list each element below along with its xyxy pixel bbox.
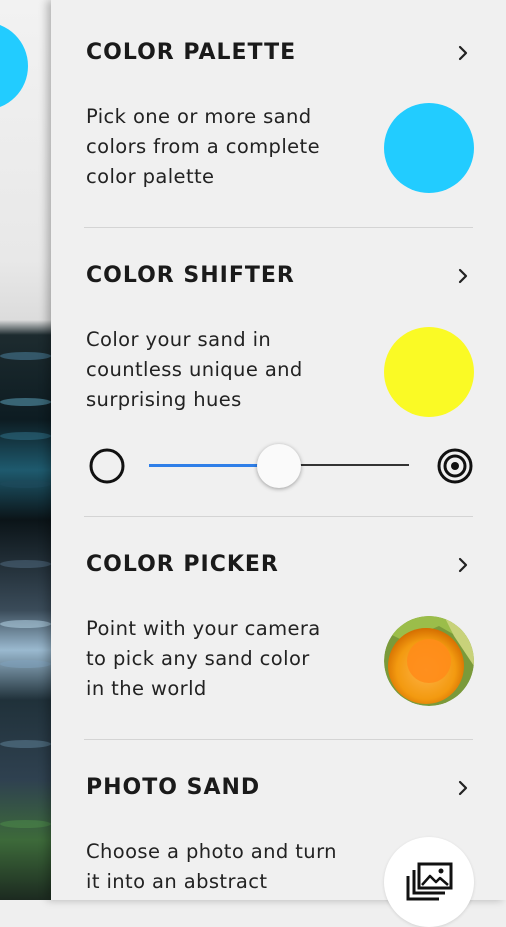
desc-line: Point with your camera [86, 617, 321, 640]
desc-line: color palette [86, 165, 215, 188]
desc-line: Choose a photo and turn [86, 840, 337, 863]
sand-artwork-preview [0, 0, 51, 900]
art-wave [0, 740, 51, 748]
color-picker-description: Point with your camera to pick any sand … [86, 614, 356, 704]
photo-picker-button[interactable] [384, 837, 474, 927]
color-picker-title: COLOR PICKER [86, 552, 279, 577]
art-wave [0, 432, 51, 440]
desc-line: in the world [86, 677, 207, 700]
art-wave [0, 620, 51, 628]
color-shifter-section[interactable]: COLOR SHIFTER Color your sand in countle… [86, 261, 474, 421]
section-divider [84, 227, 473, 228]
sand-tools-panel: COLOR PALETTE Pick one or more sand colo… [51, 0, 506, 927]
camera-preview-swatch[interactable] [384, 616, 474, 706]
palette-color-swatch[interactable] [384, 103, 474, 193]
desc-line: colors from a complete [86, 135, 320, 158]
art-wave [0, 352, 51, 360]
slider-thumb[interactable] [257, 444, 301, 488]
circle-outline-icon[interactable] [88, 447, 126, 485]
desc-line: it into an abstract [86, 870, 268, 893]
chevron-right-icon[interactable] [452, 777, 474, 799]
color-shifter-description: Color your sand in countless unique and … [86, 325, 356, 415]
art-wave [0, 480, 51, 488]
artwork-color-dot [0, 22, 28, 110]
shifter-color-swatch[interactable] [384, 327, 474, 417]
desc-line: countless unique and [86, 358, 303, 381]
color-shifter-title: COLOR SHIFTER [86, 263, 295, 288]
chevron-right-icon[interactable] [452, 265, 474, 287]
concentric-circles-icon[interactable] [436, 447, 474, 485]
photo-sand-title: PHOTO SAND [86, 775, 261, 800]
section-divider [84, 739, 473, 740]
desc-line: Pick one or more sand [86, 105, 312, 128]
art-wave [0, 660, 51, 668]
art-wave [0, 398, 51, 406]
art-wave [0, 560, 51, 568]
desc-line: to pick any sand color [86, 647, 310, 670]
desc-line: surprising hues [86, 388, 242, 411]
color-palette-section[interactable]: COLOR PALETTE Pick one or more sand colo… [86, 38, 474, 198]
color-picker-section[interactable]: COLOR PICKER Point with your camera to p… [86, 550, 474, 710]
image-gallery-icon [406, 862, 453, 901]
desc-line: Color your sand in [86, 328, 272, 351]
chevron-right-icon[interactable] [452, 554, 474, 576]
art-wave [0, 820, 51, 828]
section-divider [84, 516, 473, 517]
color-palette-title: COLOR PALETTE [86, 40, 297, 65]
photo-sand-section[interactable]: PHOTO SAND Choose a photo and turn it in… [86, 773, 474, 927]
chevron-right-icon[interactable] [452, 42, 474, 64]
color-palette-description: Pick one or more sand colors from a comp… [86, 102, 356, 192]
photo-sand-description: Choose a photo and turn it into an abstr… [86, 837, 356, 897]
color-shift-slider[interactable] [86, 444, 474, 488]
